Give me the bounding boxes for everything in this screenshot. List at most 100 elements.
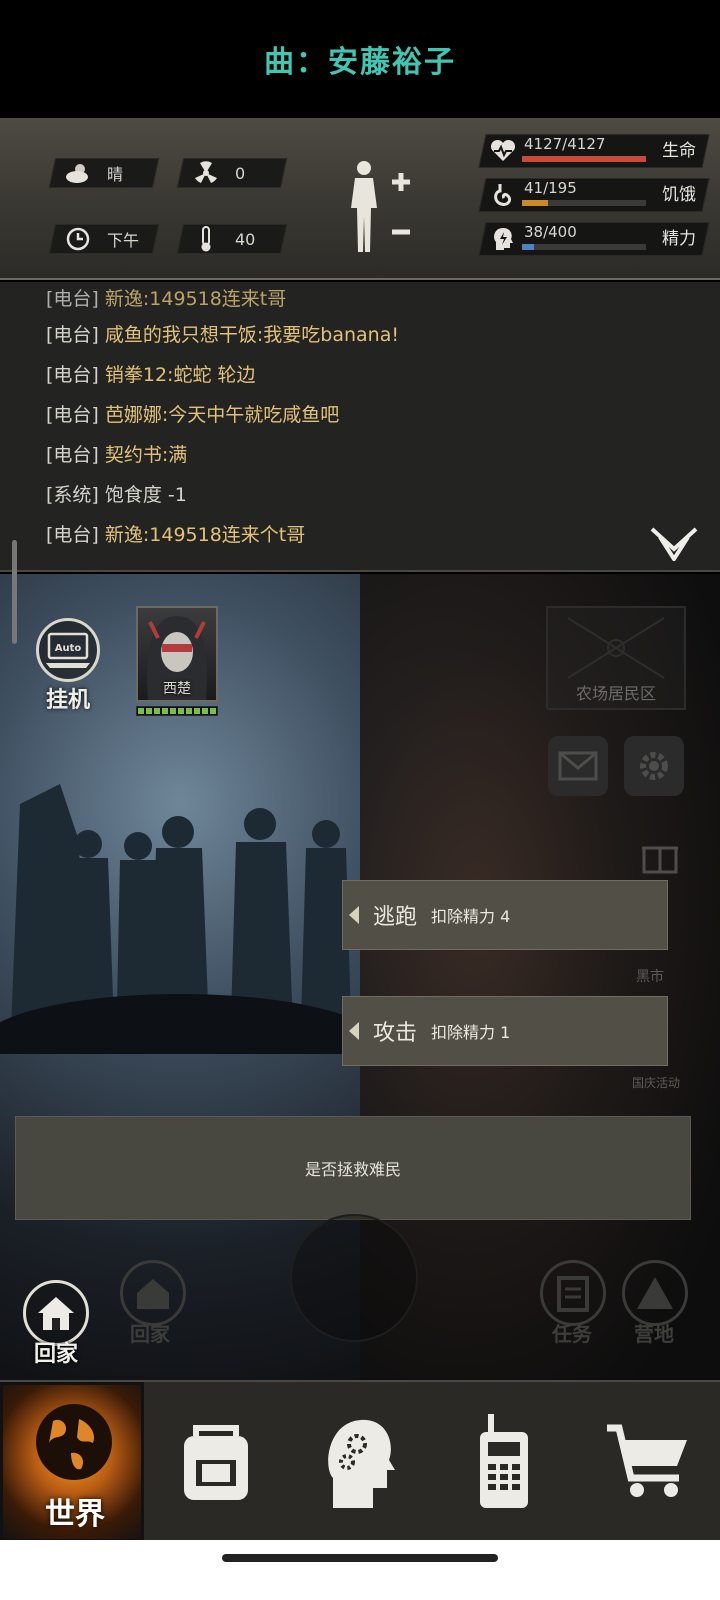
chat-scrollbar[interactable]	[12, 540, 17, 644]
npc-portrait: 西楚	[136, 606, 218, 702]
double-chevron-down-icon	[650, 527, 698, 563]
npc-name: 西楚	[163, 681, 191, 697]
camp-button[interactable]	[622, 1260, 688, 1326]
choice-verb: 逃跑	[373, 905, 418, 930]
clipboard-icon	[557, 1276, 589, 1312]
shopping-cart-icon	[607, 1424, 687, 1497]
battle-scene: Auto 挂机 西楚 农场居民区 黑市 国庆活动 逃跑 扣除精力 4 攻击 扣除…	[0, 574, 720, 1380]
health-value: 4127/4127	[524, 135, 606, 153]
house-icon	[137, 1279, 169, 1309]
home-dim-button[interactable]	[120, 1260, 186, 1326]
home-indicator-pill[interactable]	[222, 1554, 498, 1562]
attack-choice-button[interactable]: 攻击 扣除精力 1	[342, 996, 668, 1066]
envelope-icon	[558, 751, 598, 781]
nav-world-label: 世界	[45, 1497, 105, 1532]
clock-icon	[65, 226, 91, 252]
bottom-nav: 世界	[0, 1380, 720, 1542]
chat-line: [电台] 新逸:149518连来个t哥	[46, 524, 306, 546]
task-label: 任务	[552, 1322, 592, 1346]
nav-radio-tab[interactable]	[432, 1382, 576, 1542]
radiation-icon	[193, 160, 219, 186]
event-prompt-box: 是否拯救难民	[15, 1116, 691, 1220]
energy-row: 38/400 精力	[478, 222, 710, 256]
location-map-icon	[567, 617, 665, 679]
health-bar	[522, 156, 646, 162]
chat-log[interactable]: [电台] 新逸:149518连来t哥 [电台] 咸鱼的我只想干饭:我要吃bana…	[0, 282, 720, 572]
nav-backpack-tab[interactable]	[144, 1382, 288, 1542]
health-row: 4127/4127 生命	[478, 134, 710, 168]
flee-choice-button[interactable]: 逃跑 扣除精力 4	[342, 880, 668, 950]
settings-button[interactable]	[624, 736, 684, 796]
gear-icon	[640, 752, 668, 780]
choice-cost: 扣除精力 1	[431, 1023, 511, 1042]
radiation-value: 0	[235, 163, 246, 183]
mail-button[interactable]	[548, 736, 608, 796]
home-label: 回家	[33, 1342, 78, 1367]
hunger-label: 饥饿	[662, 185, 696, 205]
chat-expand-button[interactable]	[650, 527, 698, 563]
chat-line: [电台] 新逸:149518连来t哥	[46, 288, 287, 310]
chat-line: [电台] 咸鱼的我只想干饭:我要吃banana!	[46, 324, 399, 346]
auto-idle-button[interactable]: Auto 挂机	[34, 618, 102, 718]
auto-idle-label: 挂机	[45, 688, 90, 713]
title-bar: 曲：安藤裕子	[0, 0, 720, 118]
joystick[interactable]	[290, 1214, 418, 1342]
event-prompt-text: 是否拯救难民	[304, 1160, 401, 1179]
nav-skills-tab[interactable]	[288, 1382, 432, 1542]
chat-line: [电台] 契约书:满	[46, 444, 188, 466]
energy-head-icon	[490, 226, 516, 252]
temperature-chip: 40	[176, 224, 288, 254]
chat-line: [电台] 芭娜娜:今天中午就吃咸鱼吧	[46, 404, 340, 426]
stomach-icon	[490, 182, 516, 208]
home-dim-label: 回家	[130, 1322, 170, 1346]
event-label[interactable]: 国庆活动	[632, 1074, 680, 1091]
energy-bar-fill	[522, 244, 534, 250]
npc-health-bar	[136, 706, 218, 716]
location-button[interactable]: 农场居民区	[546, 606, 686, 710]
home-button[interactable]: 回家	[20, 1280, 92, 1370]
location-label: 农场居民区	[575, 684, 656, 703]
task-button[interactable]	[540, 1260, 606, 1326]
hunger-bar-fill	[522, 200, 549, 206]
health-bar-fill	[522, 156, 646, 162]
time-value: 下午	[107, 231, 140, 250]
temperature-value: 40	[235, 229, 256, 249]
choice-cost: 扣除精力 4	[431, 907, 511, 926]
energy-label: 精力	[662, 229, 696, 249]
body-status-button[interactable]	[350, 156, 420, 256]
hunger-value: 41/195	[524, 179, 577, 197]
song-title: 曲：安藤裕子	[264, 45, 456, 80]
radiation-chip: 0	[176, 158, 288, 188]
nav-shop-tab[interactable]	[576, 1382, 720, 1542]
body-figure-icon	[351, 161, 410, 252]
camp-label: 营地	[634, 1322, 674, 1346]
nav-world-tab[interactable]: 世界	[0, 1382, 144, 1542]
energy-bar	[522, 244, 646, 250]
heart-pulse-icon	[490, 138, 516, 164]
hunger-row: 41/195 饥饿	[478, 178, 710, 212]
weather-chip: 晴	[48, 158, 160, 188]
soldiers-illustration	[0, 784, 360, 1054]
backpack-icon	[184, 1425, 248, 1500]
tent-icon	[637, 1277, 673, 1309]
black-market-label[interactable]: 黑市	[636, 966, 664, 986]
cloud-sun-icon	[65, 160, 91, 186]
gift-icon	[642, 846, 678, 874]
weather-value: 晴	[107, 165, 124, 184]
energy-value: 38/400	[524, 223, 577, 241]
chat-line: [系统] 饱食度 -1	[46, 484, 187, 506]
left-triangle-icon	[349, 906, 359, 924]
health-label: 生命	[662, 141, 696, 161]
system-home-indicator	[0, 1540, 720, 1600]
walkie-talkie-icon	[480, 1414, 528, 1508]
status-panel: 晴 0 下午 40 4127/4127 生命 41/195 饥饿 38/400 …	[0, 118, 720, 280]
gift-button[interactable]	[630, 824, 690, 884]
left-triangle-icon	[349, 1022, 359, 1040]
globe-icon	[36, 1404, 112, 1480]
npc-card[interactable]: 西楚	[136, 606, 218, 722]
hunger-bar	[522, 200, 646, 206]
auto-icon: Auto	[36, 618, 100, 682]
time-chip: 下午	[48, 224, 160, 254]
brain-head-icon	[328, 1419, 395, 1508]
svg-text:Auto: Auto	[55, 643, 82, 654]
